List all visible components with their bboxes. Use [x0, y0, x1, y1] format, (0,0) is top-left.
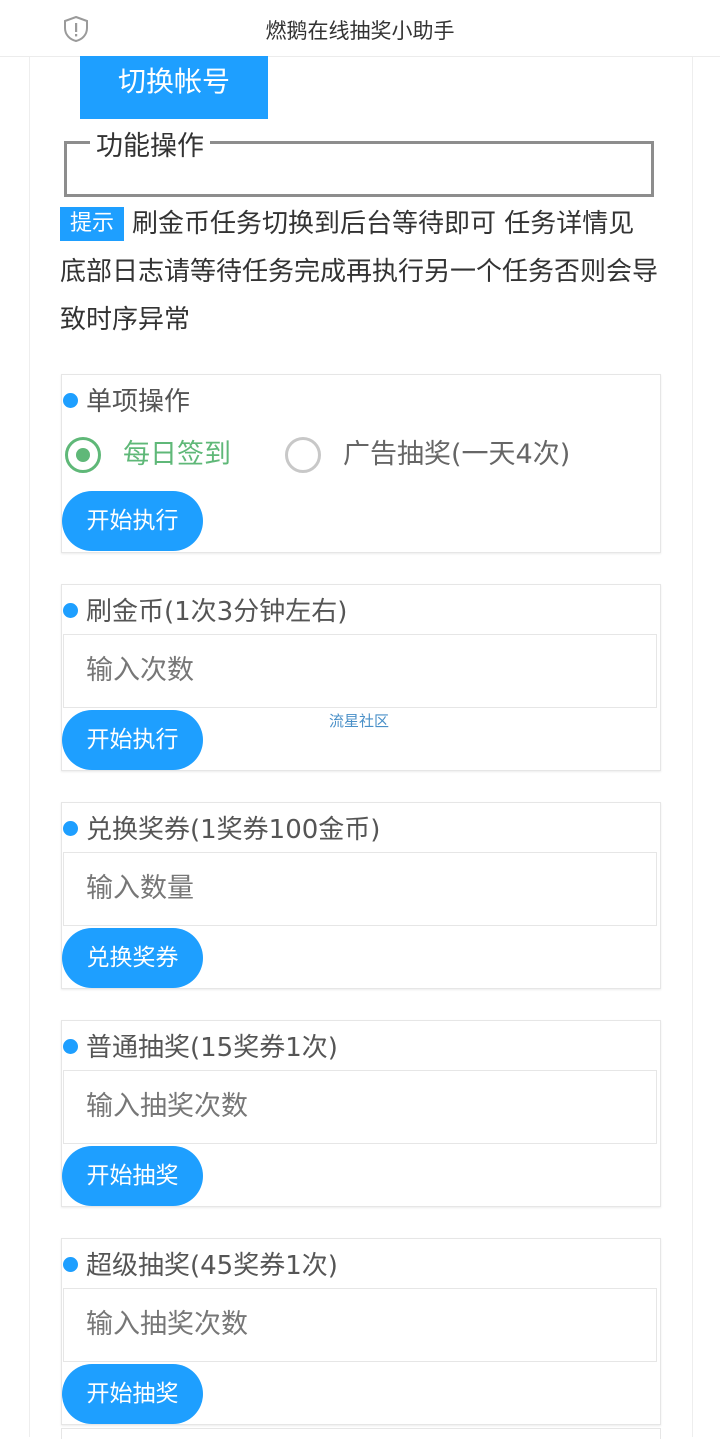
exchange-quantity-input[interactable]: 输入数量 [63, 852, 657, 926]
super-draw-card: 超级抽奖(45奖券1次) 输入抽奖次数 开始抽奖 [61, 1238, 661, 1425]
tip-text: 刷金币任务切换到后台等待即可 任务详情见底部日志请等待任务完成再执行另一个任务否… [60, 209, 659, 335]
exchange-card: 兑换奖券(1奖券100金币) 输入数量 兑换奖券 [61, 802, 661, 989]
bullet-dot [63, 1039, 78, 1054]
start-execute-button[interactable]: 开始执行 [62, 710, 203, 770]
fieldset-legend: 功能操作 [90, 124, 210, 163]
card-title: 超级抽奖(45奖券1次) [86, 1251, 338, 1281]
switch-account-button[interactable]: 切换帐号 [80, 56, 268, 119]
coins-card: 刷金币(1次3分钟左右) 输入次数 开始执行 [61, 584, 661, 771]
card-title: 普通抽奖(15奖券1次) [86, 1033, 338, 1063]
card-title: 单项操作 [86, 387, 191, 417]
top-bar: 燃鹅在线抽奖小助手 [0, 0, 720, 57]
single-op-card: 单项操作 每日签到 广告抽奖(一天4次) 开始执行 [61, 374, 661, 553]
bullet-dot [63, 393, 78, 408]
radio-label: 广告抽奖(一天4次) [343, 439, 571, 470]
start-draw-button[interactable]: 开始抽奖 [62, 1146, 203, 1206]
page-title: 燃鹅在线抽奖小助手 [265, 19, 455, 43]
start-draw-button[interactable]: 开始抽奖 [62, 1364, 203, 1424]
normal-draw-card: 普通抽奖(15奖券1次) 输入抽奖次数 开始抽奖 [61, 1020, 661, 1207]
start-execute-button[interactable]: 开始执行 [62, 491, 203, 551]
radio-label: 每日签到 [123, 439, 231, 470]
next-card-edge [61, 1428, 661, 1439]
normal-draw-count-input[interactable]: 输入抽奖次数 [63, 1070, 657, 1144]
bullet-dot [63, 603, 78, 618]
coins-count-input[interactable]: 输入次数 [63, 634, 657, 708]
watermark: 流星社区 [329, 712, 390, 730]
radio-unchecked-icon [285, 437, 321, 473]
radio-checked-icon [65, 437, 101, 473]
bullet-dot [63, 821, 78, 836]
tip-block: 提示 刷金币任务切换到后台等待即可 任务详情见底部日志请等待任务完成再执行另一个任… [60, 200, 660, 344]
card-title: 兑换奖券(1奖券100金币) [86, 815, 381, 845]
bullet-dot [63, 1257, 78, 1272]
exchange-tickets-button[interactable]: 兑换奖券 [62, 928, 203, 988]
tip-badge: 提示 [60, 207, 125, 241]
super-draw-count-input[interactable]: 输入抽奖次数 [63, 1288, 657, 1362]
card-title: 刷金币(1次3分钟左右) [86, 597, 348, 627]
